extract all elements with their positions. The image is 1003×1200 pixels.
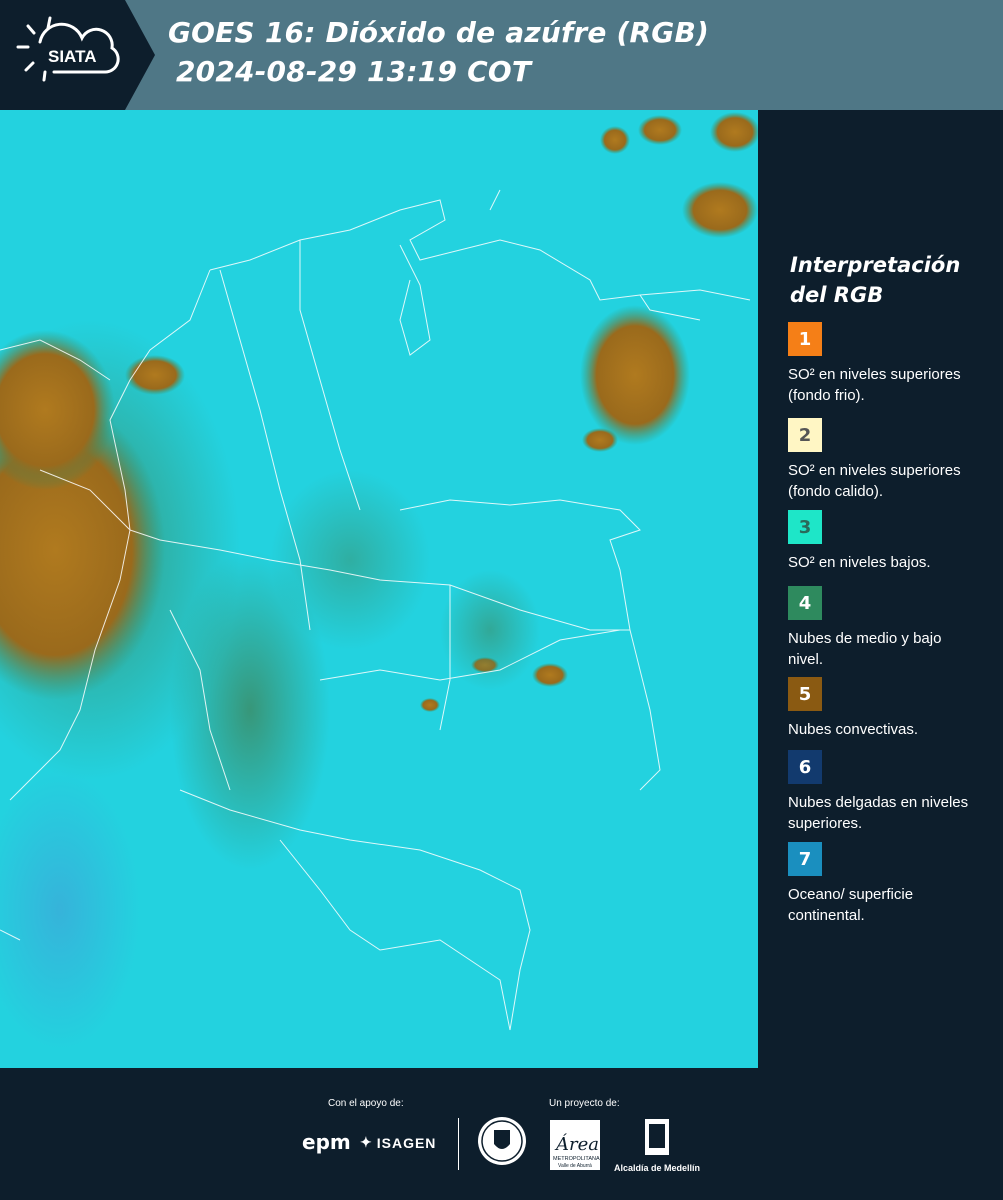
medellin-seal-icon[interactable]	[477, 1116, 527, 1171]
legend-text-3: SO² en niveles bajos.	[788, 554, 931, 571]
legend-item-3: 3 SO² en niveles bajos.	[788, 510, 988, 573]
alcaldia-crest-icon	[645, 1119, 669, 1155]
isagen-logo[interactable]: ✦ ISAGEN	[360, 1134, 436, 1151]
project-label: Un proyecto de:	[549, 1098, 620, 1109]
footer-divider	[458, 1118, 459, 1170]
header-bar: SIATA GOES 16: Dióxido de azúfre (RGB) 2…	[0, 0, 1003, 110]
title-line2: 2024-08-29 13:19 COT	[176, 55, 532, 88]
legend-swatch-7: 7	[788, 842, 822, 876]
support-label: Con el apoyo de:	[328, 1098, 404, 1109]
legend-item-1: 1 SO² en niveles superiores (fondo frio)…	[788, 322, 988, 406]
epm-logo[interactable]: epm	[302, 1130, 351, 1154]
title-line1: GOES 16: Dióxido de azúfre (RGB)	[168, 16, 710, 49]
isagen-icon: ✦	[360, 1134, 373, 1150]
svg-text:Valle de Aburrá: Valle de Aburrá	[558, 1163, 592, 1169]
legend-swatch-4: 4	[788, 586, 822, 620]
legend-item-5: 5 Nubes convectivas.	[788, 677, 988, 740]
legend-panel: Interpretación del RGB 1 SO² en niveles …	[758, 110, 1003, 1068]
legend-swatch-2: 2	[788, 418, 822, 452]
legend-item-7: 7 Oceano/ superficie continental.	[788, 842, 988, 926]
legend-swatch-3: 3	[788, 510, 822, 544]
footer: Con el apoyo de: Un proyecto de: epm ✦ I…	[0, 1068, 1003, 1200]
area-metropolitana-logo[interactable]: Área METROPOLITANA Valle de Aburrá	[550, 1120, 600, 1175]
legend-text-2: SO² en niveles superiores (fondo calido)…	[788, 462, 961, 500]
legend-text-7: Oceano/ superficie continental.	[788, 886, 914, 924]
legend-text-5: Nubes convectivas.	[788, 721, 919, 738]
legend-swatch-5: 5	[788, 677, 822, 711]
svg-text:SIATA: SIATA	[48, 47, 96, 66]
legend-text-1: SO² en niveles superiores (fondo frio).	[788, 366, 961, 404]
legend-item-4: 4 Nubes de medio y bajo nivel.	[788, 586, 988, 670]
legend-title: Interpretación del RGB	[790, 253, 961, 307]
legend-text-6: Nubes delgadas en niveles superiores.	[788, 794, 969, 832]
siata-logo[interactable]: SIATA	[0, 0, 155, 110]
svg-text:METROPOLITANA: METROPOLITANA	[553, 1156, 600, 1162]
alcaldia-logo[interactable]: Alcaldía de Medellín	[612, 1118, 702, 1173]
satellite-map[interactable]	[0, 110, 758, 1068]
legend-text-4: Nubes de medio y bajo nivel.	[788, 630, 942, 668]
legend-item-6: 6 Nubes delgadas en niveles superiores.	[788, 750, 988, 834]
legend-swatch-6: 6	[788, 750, 822, 784]
legend-swatch-1: 1	[788, 322, 822, 356]
svg-text:Área: Área	[554, 1132, 599, 1155]
legend-item-2: 2 SO² en niveles superiores (fondo calid…	[788, 418, 988, 502]
